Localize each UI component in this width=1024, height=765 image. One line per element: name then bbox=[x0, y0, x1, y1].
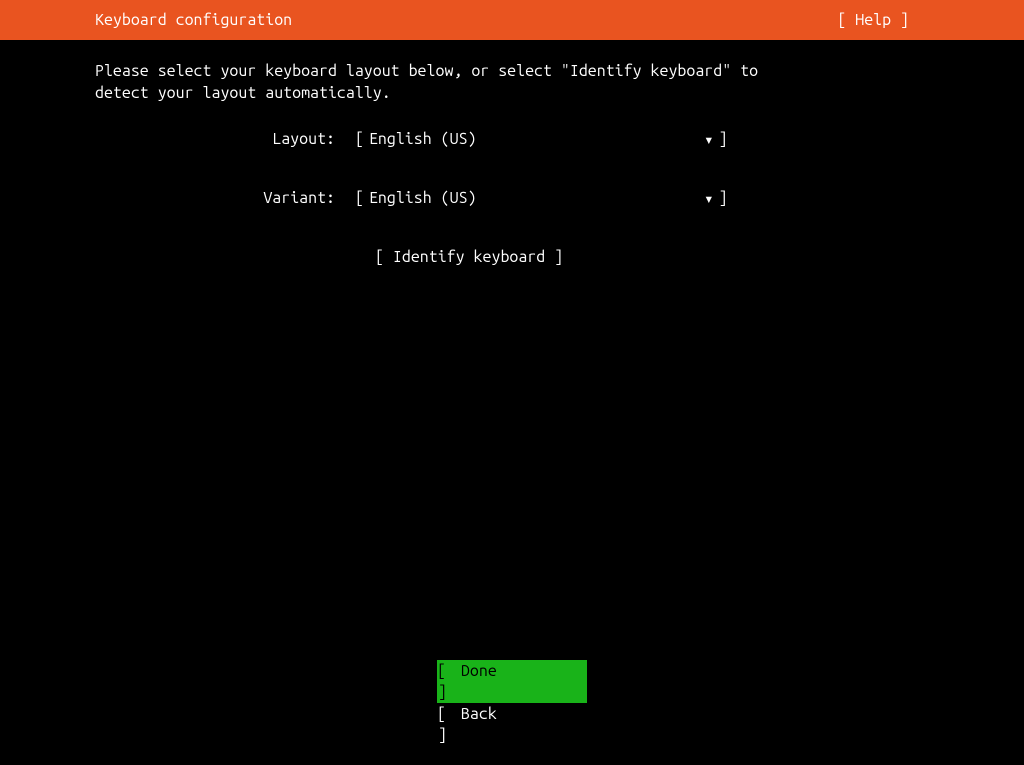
bracket-left: [ bbox=[355, 189, 364, 207]
header-bar: Keyboard configuration [ Help ] bbox=[0, 0, 1024, 40]
done-button[interactable]: [ Done ] bbox=[437, 660, 587, 704]
chevron-down-icon: ▾ bbox=[704, 130, 714, 149]
layout-value: English (US) bbox=[369, 130, 699, 148]
bracket-right: ] bbox=[437, 725, 447, 746]
layout-dropdown[interactable]: [ English (US) ▾ ] bbox=[355, 130, 728, 149]
done-label: Done bbox=[461, 661, 571, 682]
variant-row: Variant: [ English (US) ▾ ] bbox=[245, 189, 929, 208]
footer-buttons: [ Done ] [ Back ] bbox=[0, 660, 1024, 747]
layout-label: Layout: bbox=[245, 130, 335, 148]
bracket-right: ] bbox=[719, 130, 728, 148]
bracket-left: [ bbox=[355, 130, 364, 148]
variant-dropdown[interactable]: [ English (US) ▾ ] bbox=[355, 189, 728, 208]
layout-row: Layout: [ English (US) ▾ ] bbox=[245, 130, 929, 149]
back-button[interactable]: [ Back ] bbox=[437, 703, 587, 747]
page-title: Keyboard configuration bbox=[95, 11, 292, 29]
bracket-left: [ bbox=[437, 704, 452, 725]
bracket-right: ] bbox=[719, 189, 728, 207]
variant-label: Variant: bbox=[245, 189, 335, 207]
bracket-left: [ bbox=[437, 661, 452, 682]
back-label: Back bbox=[461, 704, 571, 725]
identify-keyboard-button[interactable]: [ Identify keyboard ] bbox=[375, 248, 563, 266]
bracket-right: ] bbox=[437, 682, 447, 703]
help-button[interactable]: [ Help ] bbox=[837, 11, 909, 29]
instruction-text: Please select your keyboard layout below… bbox=[95, 60, 929, 105]
variant-value: English (US) bbox=[369, 189, 699, 207]
chevron-down-icon: ▾ bbox=[704, 189, 714, 208]
identify-row: [ Identify keyboard ] bbox=[375, 248, 929, 266]
main-content: Please select your keyboard layout below… bbox=[0, 40, 1024, 266]
